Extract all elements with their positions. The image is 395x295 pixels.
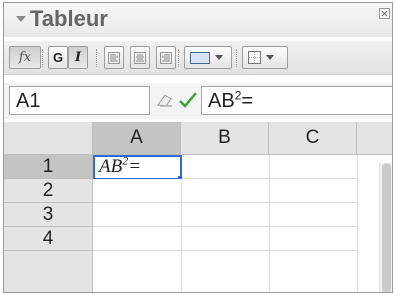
cell-c2[interactable] xyxy=(270,179,358,203)
cell-c5[interactable] xyxy=(270,251,358,292)
cell-a2[interactable] xyxy=(93,179,182,203)
close-button[interactable] xyxy=(379,8,390,19)
row-header-1[interactable]: 1 xyxy=(4,155,93,179)
align-left-button[interactable] xyxy=(104,46,124,69)
bold-button[interactable]: G xyxy=(48,46,68,69)
close-icon xyxy=(381,10,388,17)
cell-a1-suffix: = xyxy=(128,156,142,177)
panel-title: Tableur xyxy=(30,6,108,31)
cell-a5[interactable] xyxy=(93,251,182,292)
cell-b1[interactable] xyxy=(182,155,270,179)
chevron-down-icon xyxy=(266,55,274,60)
spreadsheet-grid: A B C 1 2 3 4 AB2= xyxy=(4,122,392,292)
cell-a3[interactable] xyxy=(93,203,182,227)
row-header-3[interactable]: 3 xyxy=(4,203,93,227)
check-icon[interactable] xyxy=(178,91,198,109)
cell-c4[interactable] xyxy=(270,227,358,251)
fx-label: fx xyxy=(18,50,32,65)
spreadsheet-panel: Tableur fx G I A1 AB2= A B C 1 2 3 4 AB2… xyxy=(3,2,393,293)
row-header-5[interactable] xyxy=(4,251,93,292)
cell-b2[interactable] xyxy=(182,179,270,203)
cell-a1-base: AB xyxy=(99,156,123,177)
cell-c1[interactable] xyxy=(270,155,358,179)
cell-b3[interactable] xyxy=(182,203,270,227)
triangle-down-icon[interactable] xyxy=(14,12,28,26)
cell-a4[interactable] xyxy=(93,227,182,251)
row-header-4[interactable]: 4 xyxy=(4,227,93,251)
title-bar: Tableur xyxy=(4,3,392,37)
border-button[interactable] xyxy=(242,46,288,69)
italic-button[interactable]: I xyxy=(68,46,88,69)
scrollbar-thumb[interactable] xyxy=(382,163,391,292)
chevron-down-icon xyxy=(215,55,223,60)
align-right-icon xyxy=(160,51,172,64)
toolbar: fx G I xyxy=(4,41,392,75)
input-bar-toggle-button[interactable]: fx xyxy=(9,46,41,69)
column-header-d[interactable] xyxy=(357,122,392,155)
cell-b4[interactable] xyxy=(182,227,270,251)
cell-a1[interactable]: AB2= xyxy=(93,155,184,182)
toolbar-separator xyxy=(42,49,44,67)
column-header-a[interactable]: A xyxy=(93,122,181,155)
cell-reference-field[interactable]: A1 xyxy=(9,86,150,115)
align-right-button[interactable] xyxy=(156,46,176,69)
column-header-b[interactable]: B xyxy=(181,122,269,155)
border-icon xyxy=(248,51,261,64)
select-all-corner[interactable] xyxy=(4,122,93,155)
background-color-button[interactable] xyxy=(184,46,232,69)
formula-suffix: = xyxy=(241,90,254,112)
row-header-2[interactable]: 2 xyxy=(4,179,93,203)
italic-label: I xyxy=(74,50,82,65)
background-color-icon xyxy=(190,51,210,64)
column-header-c[interactable]: C xyxy=(269,122,357,155)
cell-c3[interactable] xyxy=(270,203,358,227)
toolbar-separator xyxy=(236,49,238,67)
cell-b5[interactable] xyxy=(182,251,270,292)
align-center-icon xyxy=(134,51,146,64)
eraser-icon[interactable] xyxy=(156,92,174,108)
align-center-button[interactable] xyxy=(130,46,150,69)
bold-label: G xyxy=(52,50,64,65)
formula-base: AB xyxy=(208,90,235,112)
formula-input[interactable]: AB2= xyxy=(201,86,392,115)
align-left-icon xyxy=(108,51,120,64)
vertical-scrollbar[interactable] xyxy=(379,163,392,292)
toolbar-separator xyxy=(178,49,180,67)
toolbar-separator xyxy=(96,49,98,67)
input-bar: A1 AB2= xyxy=(4,83,392,119)
